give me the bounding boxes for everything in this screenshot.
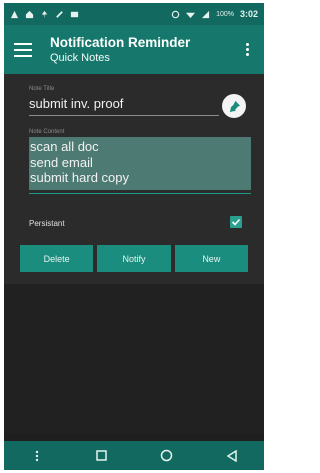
app-bar: Notification Reminder Quick Notes [4, 25, 264, 74]
app-title: Notification Reminder [50, 34, 191, 50]
note-content-line: scan all doc [30, 139, 99, 154]
persistent-checkbox[interactable] [230, 216, 242, 228]
pin-icon [41, 10, 48, 18]
new-button[interactable]: New [174, 245, 248, 272]
phone-icon [70, 11, 79, 17]
check-icon [231, 218, 241, 226]
alarm-icon [171, 10, 180, 18]
empty-area [4, 284, 264, 434]
pin-button[interactable] [222, 94, 246, 118]
battery-level: 100% [216, 10, 234, 18]
home-icon [25, 10, 34, 18]
note-content-input[interactable]: scan all doc send email submit hard copy [29, 137, 251, 190]
note-icon [56, 10, 63, 18]
status-time: 3:02 [239, 9, 258, 19]
device-screen: 100% 3:02 Notification Reminder Quick No… [4, 3, 264, 470]
signal-icon [201, 10, 210, 18]
home-button-icon[interactable] [147, 444, 187, 468]
back-icon[interactable] [212, 444, 252, 468]
note-title-input[interactable]: submit inv. proof [29, 96, 219, 116]
note-title-label: Note Title [29, 86, 55, 92]
nav-menu-icon[interactable] [17, 444, 57, 468]
persistent-label: Persistant [29, 219, 65, 228]
action-bar: Delete Notify New [4, 245, 264, 279]
app-subtitle: Quick Notes [50, 51, 110, 64]
pin-icon [229, 100, 240, 112]
notify-button[interactable]: Notify [97, 245, 171, 272]
notification-icon [10, 10, 19, 18]
menu-icon[interactable] [14, 42, 32, 57]
note-content-line: submit hard copy [30, 170, 129, 185]
content-underline [29, 193, 251, 194]
recents-icon[interactable] [82, 444, 122, 468]
note-content-line: send email [30, 154, 93, 170]
note-content-label: Note Content [29, 129, 65, 135]
delete-button[interactable]: Delete [20, 245, 94, 272]
status-bar: 100% 3:02 [4, 3, 264, 25]
navigation-bar [4, 441, 264, 470]
overflow-menu-icon[interactable] [246, 43, 250, 56]
wifi-icon [186, 12, 196, 18]
